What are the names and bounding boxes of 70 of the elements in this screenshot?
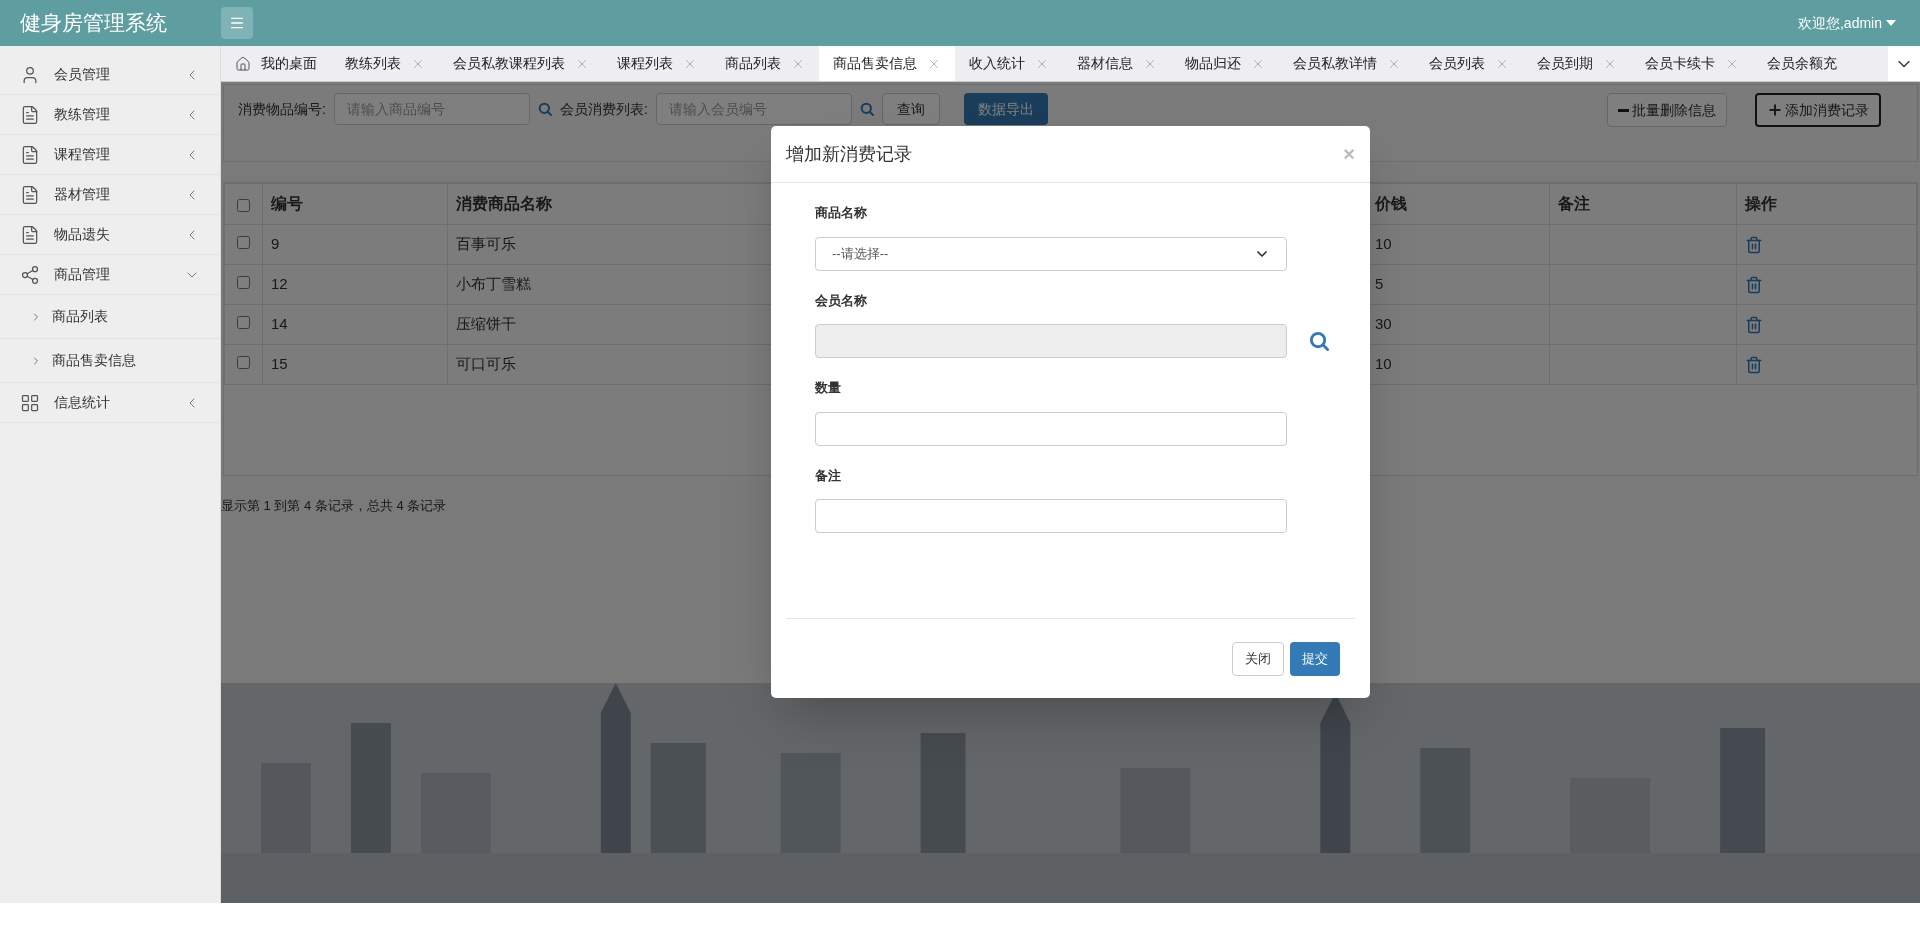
field-label: 备注: [815, 466, 842, 485]
column-header: 操作: [1736, 183, 1917, 225]
table-cell: 15: [262, 344, 448, 385]
menu-toggle-button[interactable]: [221, 7, 253, 39]
document-icon: [20, 184, 40, 205]
tab[interactable]: 商品售卖信息: [819, 46, 955, 81]
input-field[interactable]: [815, 499, 1287, 533]
modal-title: 增加新消费记录: [786, 142, 913, 166]
tab[interactable]: 会员列表: [1415, 46, 1523, 81]
home-icon: [235, 55, 251, 72]
query-button[interactable]: 查询: [881, 93, 940, 125]
document-icon: [20, 104, 40, 125]
tab[interactable]: 会员到期: [1523, 46, 1631, 81]
tab[interactable]: 教练列表: [331, 46, 439, 81]
minus-icon: [1618, 108, 1629, 112]
sidebar-item[interactable]: 物品遗失: [0, 215, 220, 255]
app-title: 健身房管理系统: [19, 10, 168, 37]
tab[interactable]: 会员私教课程列表: [439, 46, 603, 81]
delete-icon[interactable]: [1745, 275, 1763, 294]
close-modal-button[interactable]: 关闭: [1232, 641, 1284, 676]
checkbox[interactable]: [237, 356, 250, 369]
plus-icon: [1767, 102, 1783, 118]
document-icon: [20, 144, 40, 165]
tab[interactable]: 会员余额充: [1753, 46, 1851, 81]
tab[interactable]: 课程列表: [603, 46, 711, 81]
search-icon: [537, 102, 552, 116]
table-cell: 12: [262, 264, 448, 305]
search-icon[interactable]: [1309, 331, 1329, 351]
search-icon: [859, 102, 874, 116]
sidebar-item[interactable]: 器材管理: [0, 175, 220, 215]
column-header: 备注: [1549, 183, 1737, 225]
delete-icon[interactable]: [1745, 315, 1763, 334]
sidebar-item[interactable]: 商品管理: [0, 255, 220, 295]
checkbox[interactable]: [237, 236, 250, 249]
sidebar-subitem[interactable]: 商品售卖信息: [0, 339, 220, 383]
input-field[interactable]: [815, 324, 1287, 358]
search-label: 会员消费列表:: [559, 100, 648, 119]
select-field[interactable]: --请选择--: [815, 236, 1287, 271]
caret-icon: [1886, 20, 1896, 26]
pagination-info: 显示第 1 到第 4 条记录，总共 4 条记录: [221, 497, 447, 515]
tab[interactable]: 商品列表: [711, 46, 819, 81]
tab[interactable]: 器材信息: [1063, 46, 1171, 81]
tab[interactable]: 会员私教详情: [1279, 46, 1415, 81]
tab[interactable]: 物品归还: [1171, 46, 1279, 81]
sidebar-item[interactable]: 会员管理: [0, 55, 220, 95]
sidebar-item[interactable]: 信息统计: [0, 383, 220, 423]
column-header: 编号: [262, 183, 448, 225]
checkbox[interactable]: [237, 198, 250, 212]
table-cell: 14: [262, 304, 448, 345]
checkbox[interactable]: [237, 276, 250, 289]
submit-button[interactable]: 提交: [1290, 641, 1340, 676]
share-icon: [20, 264, 40, 285]
delete-icon[interactable]: [1745, 355, 1763, 374]
field-label: 商品名称: [815, 204, 868, 222]
menu-icon: [229, 15, 245, 31]
sidebar-item[interactable]: 教练管理: [0, 95, 220, 135]
tab[interactable]: 收入统计: [955, 46, 1063, 81]
checkbox[interactable]: [237, 316, 250, 329]
add-record-button[interactable]: 添加消费记录: [1755, 93, 1881, 127]
search-label: 消费物品编号:: [238, 100, 326, 119]
sidebar-subitem[interactable]: 商品列表: [0, 295, 220, 339]
sidebar-item[interactable]: 课程管理: [0, 135, 220, 175]
grid-icon: [20, 392, 40, 413]
delete-icon[interactable]: [1745, 235, 1763, 254]
document-icon: [20, 224, 40, 245]
tab[interactable]: 我的桌面: [221, 46, 331, 81]
table-cell: 9: [262, 224, 448, 265]
batch-delete-button[interactable]: 批量删除信息: [1607, 93, 1727, 127]
input-field[interactable]: [815, 411, 1287, 446]
tab[interactable]: 会员卡续卡: [1631, 46, 1753, 81]
